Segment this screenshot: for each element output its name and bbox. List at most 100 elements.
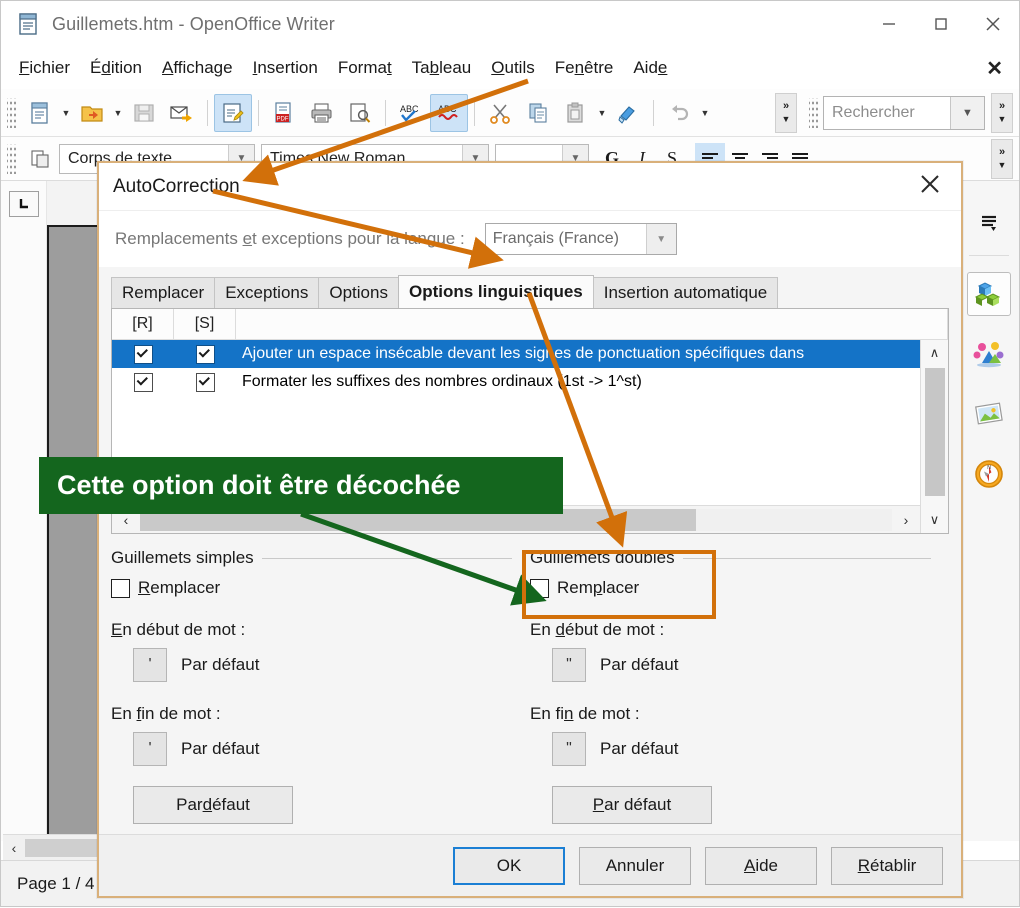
tab-insertion-automatique[interactable]: Insertion automatique xyxy=(593,277,779,308)
print-preview-icon[interactable] xyxy=(341,94,379,132)
menu-item-fichier[interactable]: Fichier xyxy=(9,56,80,80)
new-document-icon[interactable] xyxy=(21,94,59,132)
apply-style-icon[interactable] xyxy=(21,140,59,178)
sidebar-settings-menu-icon[interactable] xyxy=(967,201,1011,245)
email-document-icon[interactable] xyxy=(163,94,201,132)
minimize-button[interactable] xyxy=(863,1,915,47)
sidebar: N xyxy=(957,181,1019,841)
row-replace-checkbox[interactable] xyxy=(112,345,174,364)
chevron-down-icon[interactable]: ▼ xyxy=(646,224,676,254)
dialog-close-icon[interactable] xyxy=(919,173,941,200)
menu-item-outils[interactable]: Outils xyxy=(481,56,544,80)
single-quotes-start-button[interactable]: ' xyxy=(133,648,167,682)
menu-item-edition[interactable]: Édition xyxy=(80,56,152,80)
menu-item-tableau[interactable]: Tableau xyxy=(402,56,482,80)
double-quotes-start-button[interactable]: " xyxy=(552,648,586,682)
scroll-right-icon[interactable]: › xyxy=(892,512,920,528)
clone-formatting-icon[interactable] xyxy=(609,94,647,132)
auto-spellcheck-icon[interactable]: ABC xyxy=(430,94,468,132)
options-vertical-scrollbar[interactable]: ∧ ∨ xyxy=(920,340,948,533)
column-header-r[interactable]: [R] xyxy=(112,309,174,339)
tab-options[interactable]: Options xyxy=(318,277,399,308)
scroll-up-icon[interactable]: ∧ xyxy=(921,340,948,366)
sidebar-styles-icon[interactable] xyxy=(967,332,1011,376)
sidebar-navigator-icon[interactable]: N xyxy=(967,452,1011,496)
svg-text:N: N xyxy=(987,465,991,471)
print-icon[interactable] xyxy=(303,94,341,132)
tab-remplacer[interactable]: Remplacer xyxy=(111,277,215,308)
checkbox-checked-icon xyxy=(196,373,215,392)
menu-item-insertion[interactable]: Insertion xyxy=(243,56,328,80)
search-input[interactable]: Rechercher ▼ xyxy=(823,96,985,130)
maximize-button[interactable] xyxy=(915,1,967,47)
single-quotes-default-button[interactable]: Par défaut xyxy=(133,786,293,824)
callout-text: Cette option doit être décochée xyxy=(39,470,461,501)
table-row[interactable]: Ajouter un espace insécable devant les s… xyxy=(112,340,948,368)
single-quotes-replace-checkbox[interactable]: Remplacer xyxy=(111,578,512,598)
toolbar-overflow-button[interactable]: » ▼ xyxy=(775,93,797,133)
single-quotes-end-button[interactable]: ' xyxy=(133,732,167,766)
undo-icon[interactable] xyxy=(660,94,698,132)
search-toolbar-grip[interactable] xyxy=(809,98,819,128)
scroll-down-icon[interactable]: ∨ xyxy=(921,507,948,533)
search-toolbar-overflow-button[interactable]: » ▼ xyxy=(991,93,1013,133)
close-button[interactable] xyxy=(967,1,1019,47)
sidebar-properties-icon[interactable] xyxy=(967,272,1011,316)
vertical-scroll-thumb[interactable] xyxy=(925,368,945,496)
edit-mode-icon[interactable] xyxy=(214,94,252,132)
menu-item-aide[interactable]: Aide xyxy=(623,56,677,80)
paste-dropdown-icon[interactable]: ▼ xyxy=(595,94,609,132)
row-suggest-checkbox[interactable] xyxy=(174,373,236,392)
menu-item-affichage[interactable]: Affichage xyxy=(152,56,243,80)
new-document-dropdown-icon[interactable]: ▼ xyxy=(59,94,73,132)
menu-item-format[interactable]: Format xyxy=(328,56,402,80)
save-icon[interactable] xyxy=(125,94,163,132)
row-replace-checkbox[interactable] xyxy=(112,373,174,392)
toolbar-grip[interactable] xyxy=(7,98,17,128)
export-pdf-icon[interactable]: PDF xyxy=(265,94,303,132)
tab-exceptions[interactable]: Exceptions xyxy=(214,277,319,308)
language-value: Français (France) xyxy=(486,230,646,248)
callout-banner: Cette option doit être décochée xyxy=(39,457,563,514)
double-quotes-default-button[interactable]: Par défaut xyxy=(552,786,712,824)
ok-button[interactable]: OK xyxy=(453,847,565,885)
double-quotes-end-button[interactable]: " xyxy=(552,732,586,766)
cancel-button[interactable]: Annuler xyxy=(579,847,691,885)
formatting-toolbar-grip[interactable] xyxy=(7,144,17,174)
double-quotes-end-label: En fin de mot : xyxy=(530,704,931,724)
dialog-tabs: Remplacer Exceptions Options Options lin… xyxy=(111,275,949,308)
overflow-chevron-icon: » xyxy=(783,101,789,112)
sidebar-gallery-icon[interactable] xyxy=(967,392,1011,436)
column-header-s[interactable]: [S] xyxy=(174,309,236,339)
toolbar-separator xyxy=(653,100,654,126)
undo-dropdown-icon[interactable]: ▼ xyxy=(698,94,712,132)
language-select[interactable]: Français (France) ▼ xyxy=(485,223,677,255)
spelling-check-icon[interactable]: ABC xyxy=(392,94,430,132)
row-suggest-checkbox[interactable] xyxy=(174,345,236,364)
formatting-toolbar-overflow-button[interactable]: » ▼ xyxy=(991,139,1013,179)
table-row[interactable]: Formater les suffixes des nombres ordina… xyxy=(112,368,948,396)
language-row: Remplacements et exceptions pour la lang… xyxy=(99,211,961,267)
title-bar: Guillemets.htm - OpenOffice Writer xyxy=(1,1,1019,47)
single-quotes-start-label: En début de mot : xyxy=(111,620,512,640)
svg-text:PDF: PDF xyxy=(277,116,289,122)
paste-icon[interactable] xyxy=(557,94,595,132)
reset-button[interactable]: Rétablir xyxy=(831,847,943,885)
copy-icon[interactable] xyxy=(519,94,557,132)
cut-icon[interactable] xyxy=(481,94,519,132)
single-quotes-title: Guillemets simples xyxy=(111,548,254,568)
open-document-icon[interactable] xyxy=(73,94,111,132)
toolbar-separator xyxy=(258,100,259,126)
application-window: Guillemets.htm - OpenOffice Writer Fichi… xyxy=(0,0,1020,907)
open-document-dropdown-icon[interactable]: ▼ xyxy=(111,94,125,132)
help-button[interactable]: Aide xyxy=(705,847,817,885)
tab-stop-left-icon[interactable] xyxy=(9,191,39,217)
dialog-title-bar: AutoCorrection xyxy=(99,163,961,211)
scroll-left-icon[interactable]: ‹ xyxy=(3,840,25,856)
menu-item-fenetre[interactable]: Fenêtre xyxy=(545,56,624,80)
tab-options-linguistiques[interactable]: Options linguistiques xyxy=(398,275,594,308)
search-toolbar: Rechercher ▼ xyxy=(803,96,985,130)
chevron-down-icon[interactable]: ▼ xyxy=(950,97,984,129)
double-quotes-end-value: Par défaut xyxy=(600,739,678,759)
close-document-button[interactable]: ✕ xyxy=(986,56,1003,81)
